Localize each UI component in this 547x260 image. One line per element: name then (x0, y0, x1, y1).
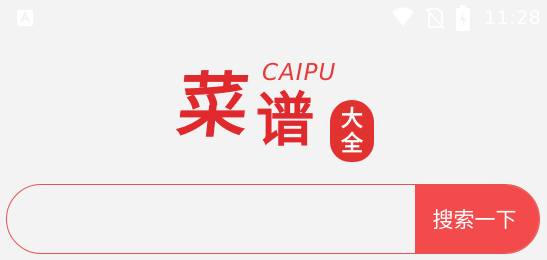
battery-icon (456, 5, 470, 31)
search-bar: 搜索一下 (6, 184, 540, 254)
status-bar: 11:28 (0, 0, 547, 36)
status-clock: 11:28 (484, 7, 542, 29)
notification-icon (17, 10, 33, 26)
logo-char-cai: 菜 (173, 64, 253, 147)
app-logo: 菜 CAIPU 谱 大 全 (172, 56, 382, 164)
wifi-icon (392, 7, 414, 26)
seal-char-da: 大 (340, 106, 363, 132)
no-sim-icon (425, 8, 445, 29)
logo-latin-text: CAIPU (262, 60, 337, 86)
search-button[interactable]: 搜索一下 (415, 185, 539, 253)
search-input[interactable] (7, 185, 415, 253)
logo-char-pu: 谱 (256, 86, 315, 154)
logo-seal: 大 全 (330, 100, 374, 162)
seal-char-quan: 全 (340, 131, 363, 157)
